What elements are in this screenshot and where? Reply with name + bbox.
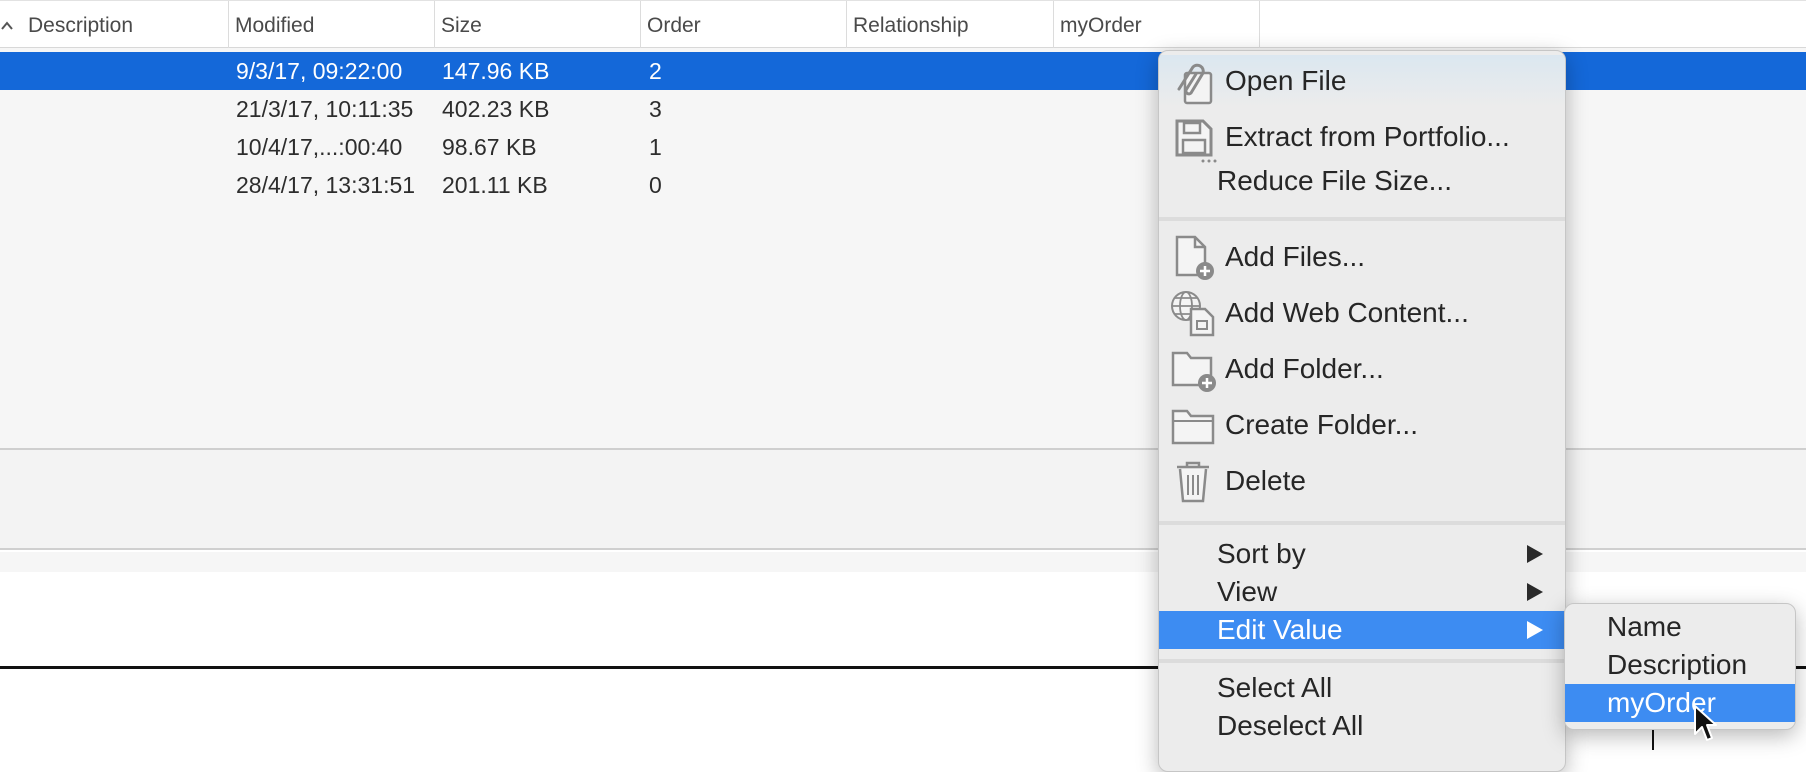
menu-item-create-folder[interactable]: Create Folder... — [1159, 397, 1565, 453]
column-header-size[interactable]: Size — [435, 1, 641, 49]
column-header-relationship[interactable]: Relationship — [847, 1, 1054, 49]
menu-item-add-folder[interactable]: Add Folder... — [1159, 341, 1565, 397]
menu-item-view[interactable]: View — [1159, 573, 1565, 611]
context-menu: Open File Extract from Portfolio... Redu… — [1158, 50, 1566, 772]
menu-item-delete[interactable]: Delete — [1159, 453, 1565, 509]
submenu-arrow-icon — [1527, 583, 1543, 601]
menu-item-open-file[interactable]: Open File — [1159, 55, 1565, 107]
globe-file-icon — [1171, 291, 1215, 337]
menu-item-reduce-file-size[interactable]: Reduce File Size... — [1159, 161, 1565, 201]
cell-modified: 9/3/17, 09:22:00 — [236, 58, 403, 84]
edit-value-submenu: Name Description myOrder — [1564, 603, 1796, 730]
cell-size: 402.23 KB — [442, 96, 550, 122]
cell-order: 1 — [649, 134, 662, 160]
submenu-item-description[interactable]: Description — [1565, 646, 1795, 684]
add-folder-icon — [1171, 351, 1216, 392]
menu-item-extract-from-portfolio[interactable]: Extract from Portfolio... — [1159, 111, 1565, 163]
cell-order: 3 — [649, 96, 662, 122]
cell-size: 98.67 KB — [442, 134, 537, 160]
menu-item-select-all[interactable]: Select All — [1159, 667, 1565, 705]
menu-item-deselect-all[interactable]: Deselect All — [1159, 705, 1565, 743]
submenu-item-myorder[interactable]: myOrder — [1565, 684, 1795, 722]
paperclip-file-icon — [1177, 63, 1213, 105]
menu-separator — [1159, 521, 1565, 525]
floppy-disk-icon — [1175, 119, 1217, 163]
menu-item-sort-by[interactable]: Sort by — [1159, 535, 1565, 573]
menu-item-add-files[interactable]: Add Files... — [1159, 229, 1565, 285]
menu-separator — [1159, 659, 1565, 663]
column-header-description[interactable]: Description — [22, 1, 229, 49]
cell-modified: 10/4/17,...:00:40 — [236, 134, 403, 160]
add-file-icon — [1175, 235, 1214, 280]
column-header-order[interactable]: Order — [641, 1, 847, 49]
cell-modified: 21/3/17, 10:11:35 — [236, 96, 414, 122]
menu-separator — [1159, 217, 1565, 221]
cell-size: 201.11 KB — [442, 172, 548, 198]
table-header: Description Modified Size Order Relation… — [0, 0, 1806, 49]
sort-ascending-icon[interactable] — [0, 13, 22, 37]
menu-item-edit-value[interactable]: Edit Value — [1159, 611, 1565, 649]
menu-item-add-web-content[interactable]: Add Web Content... — [1159, 285, 1565, 341]
submenu-arrow-icon — [1527, 545, 1543, 563]
submenu-item-name[interactable]: Name — [1565, 608, 1795, 646]
folder-icon — [1171, 409, 1215, 445]
submenu-arrow-icon — [1527, 621, 1543, 639]
cell-modified: 28/4/17, 13:31:51 — [236, 172, 416, 198]
trash-icon — [1177, 461, 1209, 503]
cell-order: 2 — [649, 58, 662, 84]
cell-order: 0 — [649, 172, 662, 198]
cell-size: 147.96 KB — [442, 58, 550, 84]
column-header-myorder[interactable]: myOrder — [1054, 1, 1260, 49]
mouse-pointer-icon — [1694, 705, 1717, 741]
column-header-modified[interactable]: Modified — [229, 1, 435, 49]
